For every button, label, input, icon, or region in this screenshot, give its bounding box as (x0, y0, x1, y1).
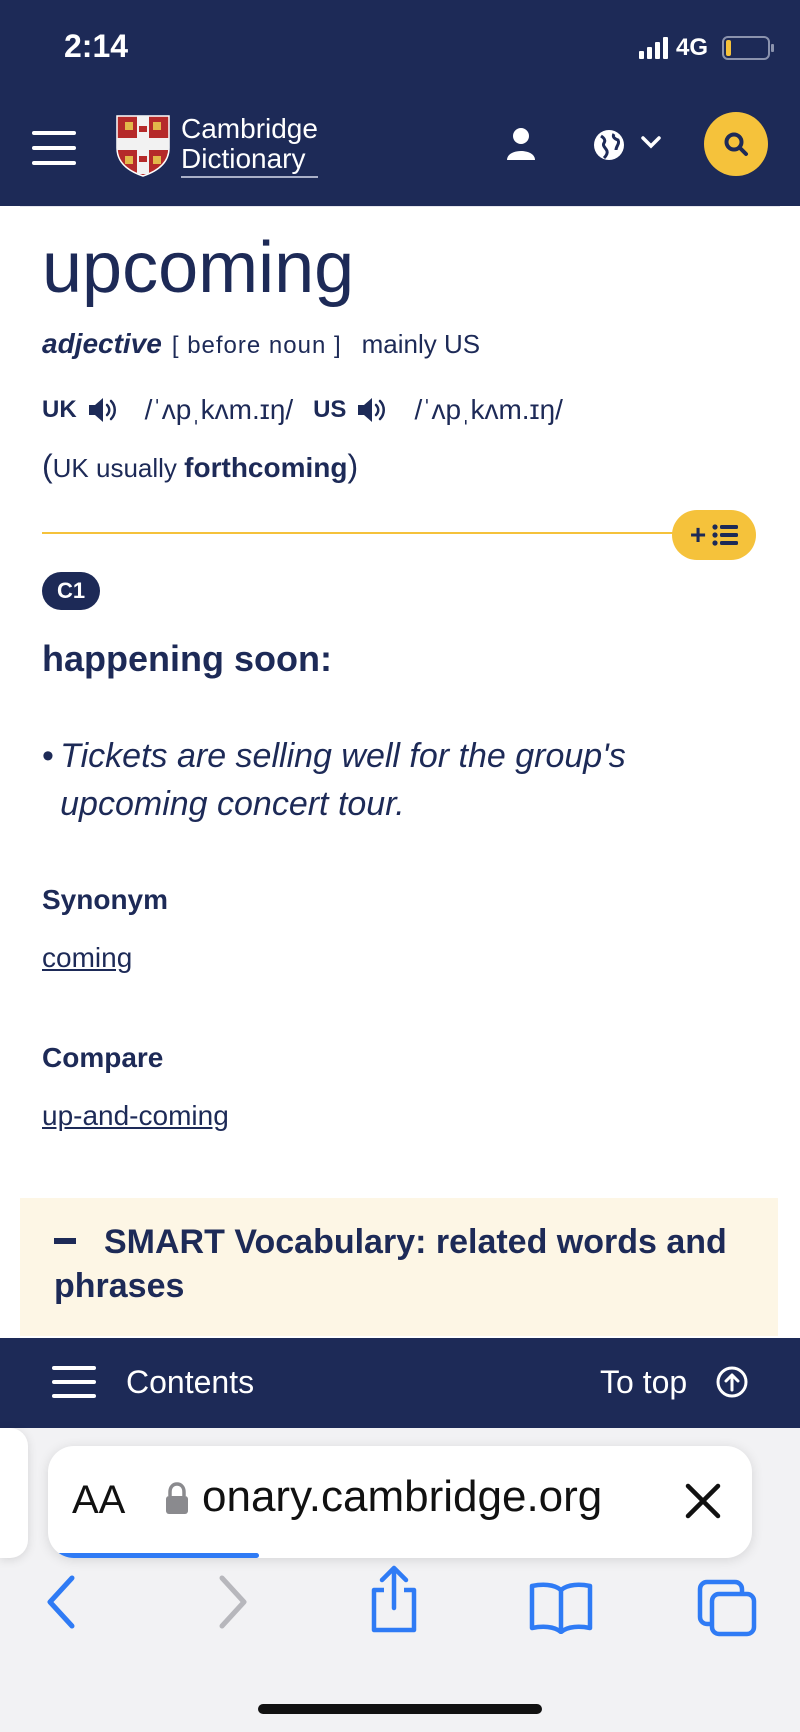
logo-line1: Cambridge (181, 113, 318, 144)
search-icon (724, 132, 748, 156)
part-of-speech-line: adjective [ before noun ] mainly US (42, 328, 480, 360)
address-bar[interactable]: AA onary.cambridge.org (48, 1446, 752, 1558)
contents-menu-icon[interactable] (52, 1366, 96, 1400)
uk-speaker-icon[interactable] (87, 396, 119, 424)
part-of-speech[interactable]: adjective (42, 328, 162, 360)
page-load-progress (48, 1553, 260, 1558)
to-top-link[interactable]: To top (600, 1364, 687, 1401)
url-text[interactable]: onary.cambridge.org (202, 1472, 602, 1522)
list-icon (712, 524, 739, 546)
previous-tab-preview[interactable] (0, 1428, 28, 1558)
synonym-link[interactable]: coming (42, 942, 132, 974)
variant-close-paren: ) (347, 448, 359, 484)
definition: happening soon: (42, 638, 332, 679)
add-to-word-list-button[interactable]: + (672, 510, 756, 560)
us-label: US (313, 396, 347, 423)
reader-settings-button[interactable]: AA (72, 1478, 125, 1523)
smart-vocabulary-panel[interactable]: SMART Vocabulary: related words and phra… (20, 1198, 778, 1336)
close-icon[interactable] (684, 1482, 722, 1520)
headword: upcoming (42, 228, 355, 308)
bottom-nav: Contents To top (0, 1338, 800, 1428)
signal-icon (638, 37, 668, 59)
contents-link[interactable]: Contents (126, 1364, 254, 1401)
back-icon[interactable] (44, 1574, 78, 1630)
compare-heading: Compare (42, 1042, 164, 1073)
compare-link[interactable]: up-and-coming (42, 1100, 229, 1132)
cefr-level-badge[interactable]: C1 (42, 572, 100, 610)
plus-icon: + (689, 519, 707, 550)
variant-prefix: UK usually (52, 453, 177, 483)
bullet: • (42, 737, 54, 775)
cambridge-logo[interactable]: Cambridge Dictionary (115, 114, 318, 178)
browser-toolbar (0, 1565, 800, 1644)
variant-word: forthcoming (184, 452, 348, 483)
variant-open-paren: ( (42, 448, 53, 484)
home-indicator[interactable] (258, 1704, 542, 1714)
battery-icon (722, 36, 774, 60)
tabs-icon[interactable] (696, 1578, 758, 1638)
search-button[interactable] (704, 112, 768, 176)
region-label: mainly US (361, 329, 481, 359)
network-label: 4G (675, 34, 708, 61)
lock-icon (166, 1482, 188, 1514)
status-bar: 2:14 4G (0, 0, 800, 96)
globe-icon[interactable] (592, 128, 626, 162)
clock: 2:14 (64, 28, 129, 64)
example-sentence: • Tickets are selling well for the group… (42, 732, 702, 828)
synonym-heading: Synonym (42, 884, 169, 915)
header-divider (20, 206, 780, 207)
chevron-down-icon[interactable] (640, 134, 662, 150)
share-icon[interactable] (366, 1564, 422, 1634)
menu-icon[interactable] (32, 131, 76, 165)
status-indicators: 4G (638, 34, 774, 62)
sense-divider (42, 532, 692, 534)
bookmarks-icon[interactable] (528, 1580, 594, 1634)
shield-icon (116, 115, 170, 177)
logo-line2: Dictionary (181, 144, 318, 178)
us-ipa: /ˈʌpˌkʌm.ɪŋ/ (414, 394, 563, 425)
forward-icon[interactable] (216, 1574, 250, 1630)
arrow-up-circle-icon[interactable] (716, 1366, 748, 1398)
uk-label: UK (42, 396, 77, 423)
uk-ipa: /ˈʌpˌkʌm.ɪŋ/ (144, 394, 294, 425)
example-text: Tickets are selling well for the group's… (60, 737, 626, 823)
pronunciation-line: UK /ˈʌpˌkʌm.ɪŋ/ US /ˈʌpˌkʌm.ɪŋ/ (42, 394, 583, 426)
user-icon[interactable] (506, 126, 536, 162)
us-speaker-icon[interactable] (356, 396, 388, 424)
site-header: Cambridge Dictionary (0, 96, 800, 206)
grammar-label[interactable]: [ before noun ] (172, 332, 342, 360)
smart-vocabulary-heading[interactable]: SMART Vocabulary: related words and phra… (54, 1220, 754, 1308)
variant-form: (UK usually forthcoming) (42, 448, 358, 485)
